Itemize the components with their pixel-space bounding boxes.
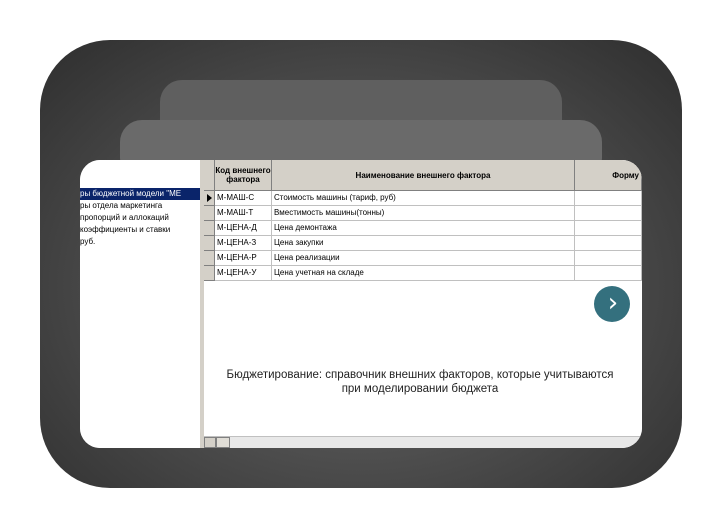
row-indicator-header bbox=[204, 160, 215, 191]
cell-formula[interactable] bbox=[575, 221, 642, 236]
cell-name[interactable]: Вместимость машины(тонны) bbox=[272, 206, 575, 221]
row-indicator[interactable] bbox=[204, 206, 215, 221]
cell-name[interactable]: Цена учетная на складе bbox=[272, 266, 575, 281]
scroll-left-icon[interactable] bbox=[204, 437, 216, 448]
screenshot-card: ры бюджетной модели "МЕ ры отдела маркет… bbox=[80, 160, 642, 448]
slide-caption: Бюджетирование: справочник внешних факто… bbox=[226, 369, 614, 395]
cell-code[interactable]: М-МАШ-С bbox=[215, 191, 272, 206]
cell-name[interactable]: Цена демонтажа bbox=[272, 221, 575, 236]
horizontal-scrollbar[interactable] bbox=[204, 436, 642, 448]
row-indicator[interactable] bbox=[204, 236, 215, 251]
row-indicator[interactable] bbox=[204, 191, 215, 206]
row-indicator[interactable] bbox=[204, 266, 215, 281]
tree-item[interactable]: ры отдела маркетинга bbox=[80, 200, 200, 212]
column-header-name[interactable]: Наименование внешнего фактора bbox=[272, 160, 575, 191]
row-indicator[interactable] bbox=[204, 251, 215, 266]
cell-name[interactable]: Цена закупки bbox=[272, 236, 575, 251]
cell-name[interactable]: Стоимость машины (тариф, руб) bbox=[272, 191, 575, 206]
cell-code[interactable]: М-ЦЕНА-Р bbox=[215, 251, 272, 266]
factors-grid: Код внешнего фактора Наименование внешне… bbox=[204, 160, 642, 448]
cell-formula[interactable] bbox=[575, 236, 642, 251]
cell-formula[interactable] bbox=[575, 251, 642, 266]
next-slide-button[interactable]: › bbox=[594, 286, 630, 322]
column-header-formula[interactable]: Форму bbox=[575, 160, 642, 191]
cell-code[interactable]: М-ЦЕНА-З bbox=[215, 236, 272, 251]
tree-item[interactable]: руб. bbox=[80, 236, 200, 248]
chevron-right-icon: › bbox=[607, 287, 619, 318]
cell-formula[interactable] bbox=[575, 206, 642, 221]
cell-name[interactable]: Цена реализации bbox=[272, 251, 575, 266]
cell-formula[interactable] bbox=[575, 191, 642, 206]
row-indicator[interactable] bbox=[204, 221, 215, 236]
current-row-arrow-icon bbox=[207, 194, 212, 202]
tree-item[interactable]: пропорций и аллокаций bbox=[80, 212, 200, 224]
tree-pane: ры бюджетной модели "МЕ ры отдела маркет… bbox=[80, 160, 202, 448]
column-header-code[interactable]: Код внешнего фактора bbox=[215, 160, 272, 191]
cell-code[interactable]: М-ЦЕНА-Д bbox=[215, 221, 272, 236]
cell-formula[interactable] bbox=[575, 266, 642, 281]
tree-item[interactable]: коэффициенты и ставки bbox=[80, 224, 200, 236]
cell-code[interactable]: М-МАШ-Т bbox=[215, 206, 272, 221]
tree-item[interactable]: ры бюджетной модели "МЕ bbox=[80, 188, 200, 200]
scroll-thumb[interactable] bbox=[216, 437, 230, 448]
cell-code[interactable]: М-ЦЕНА-У bbox=[215, 266, 272, 281]
